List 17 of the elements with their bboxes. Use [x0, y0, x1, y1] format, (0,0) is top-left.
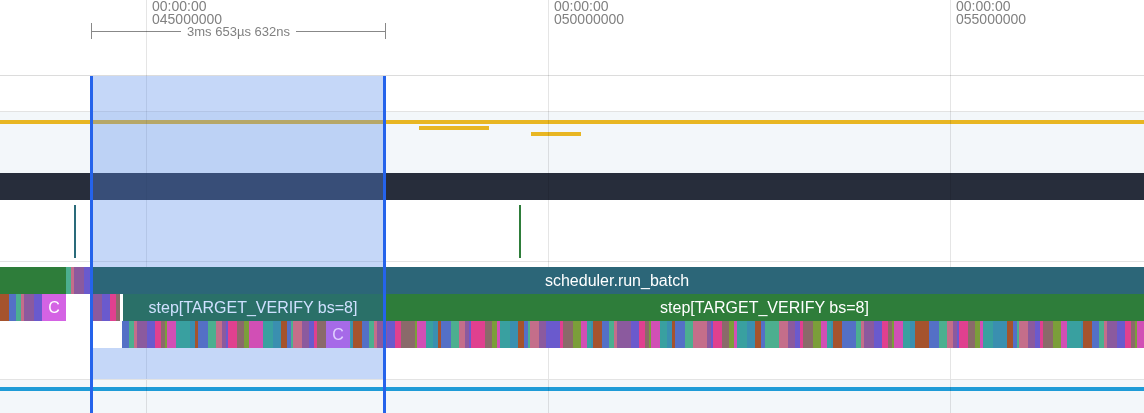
- tick-time-label: 00:00:00: [152, 0, 208, 13]
- slice[interactable]: [0, 267, 66, 294]
- slice[interactable]: step[TARGET_VERIFY bs=8]: [123, 294, 383, 321]
- slice[interactable]: step[TARGET_VERIFY bs=8]: [385, 294, 1144, 321]
- slice-strip-drawing: [66, 267, 90, 294]
- tick-offset-label: 055000000: [956, 13, 1027, 26]
- tick-time-label: 00:00:00: [956, 0, 1012, 13]
- selection-area[interactable]: [93, 76, 383, 267]
- slice-strip-drawing: [0, 294, 42, 321]
- selection-duration-label: 3ms 653µs 632ns: [187, 23, 290, 39]
- tick-offset-label: 050000000: [554, 13, 625, 26]
- slice[interactable]: C: [326, 321, 350, 348]
- tick-time-label: 00:00:00: [554, 0, 610, 13]
- slice[interactable]: scheduler.run_batch: [90, 267, 1144, 294]
- slice-strip-drawing: [92, 294, 120, 321]
- tick-offset-label: 045000000: [152, 13, 223, 26]
- slice[interactable]: C: [42, 294, 66, 321]
